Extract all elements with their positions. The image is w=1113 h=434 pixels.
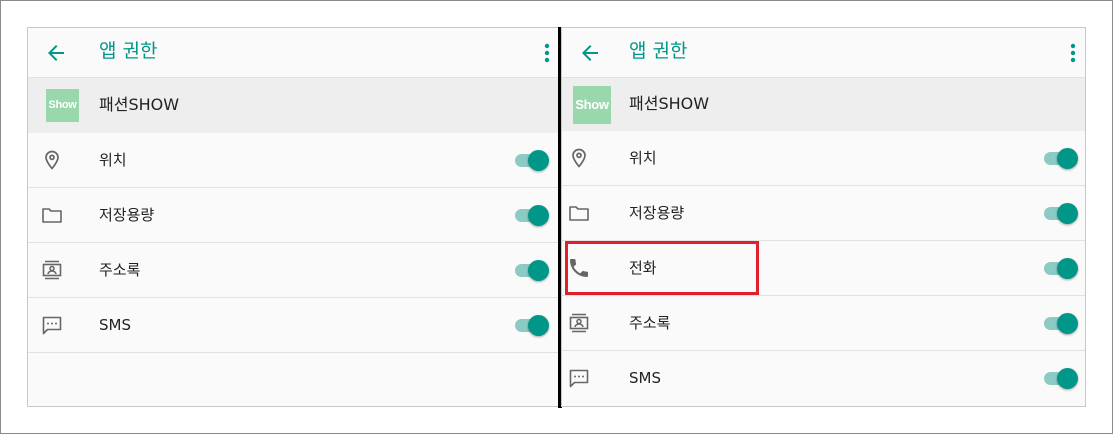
permission-label: SMS [99,316,131,334]
permission-row-storage[interactable]: 저장용량 [562,186,1085,241]
app-permissions-screen-right: 앱 권한 Show 패션SHOW 위치 저장용량 전화 주소록 SMS [561,27,1086,407]
page-title: 앱 권한 [629,40,688,62]
permission-row-contacts[interactable]: 주소록 [562,296,1085,351]
page-title: 앱 권한 [99,40,158,62]
more-options-icon[interactable] [1067,41,1079,65]
app-header-row: Show 패션SHOW [28,78,559,133]
contacts-toggle[interactable] [515,260,549,281]
sms-icon [569,369,589,388]
phone-permission-highlight-box [565,241,759,295]
permission-label: 저장용량 [99,206,155,224]
permission-row-location[interactable]: 위치 [28,133,559,188]
app-name: 패션SHOW [99,95,180,114]
permission-label: 위치 [99,151,127,169]
location-icon [45,150,59,170]
permission-label: 주소록 [99,261,141,279]
folder-icon [42,208,62,223]
more-options-icon[interactable] [541,41,553,65]
permission-label: 위치 [629,149,657,167]
back-arrow-icon[interactable] [44,41,68,65]
location-toggle[interactable] [1044,148,1078,169]
permission-row-contacts[interactable]: 주소록 [28,243,559,298]
contacts-toggle[interactable] [1044,313,1078,334]
app-logo: Show [46,89,79,122]
sms-icon [42,316,62,335]
storage-toggle[interactable] [1044,203,1078,224]
app-bar: 앱 권한 [562,28,1085,78]
permission-label: 주소록 [629,314,671,332]
app-header-row: Show 패션SHOW [562,78,1085,131]
contacts-icon [42,260,62,280]
storage-toggle[interactable] [515,205,549,226]
app-logo: Show [573,86,611,124]
permission-label: 저장용량 [629,204,685,222]
app-name: 패션SHOW [629,94,710,113]
permission-row-sms[interactable]: SMS [28,298,559,353]
app-bar: 앱 권한 [28,28,559,78]
app-permissions-screen-left: 앱 권한 Show 패션SHOW 위치 저장용량 주소록 SMS [27,27,560,407]
location-icon [572,148,586,168]
sms-toggle[interactable] [515,315,549,336]
contacts-icon [569,313,589,333]
back-arrow-icon[interactable] [578,41,602,65]
folder-icon [569,206,589,221]
permission-row-location[interactable]: 위치 [562,131,1085,186]
location-toggle[interactable] [515,150,549,171]
phone-toggle[interactable] [1044,258,1078,279]
permission-row-sms[interactable]: SMS [562,351,1085,406]
permission-label: SMS [629,369,661,387]
permission-row-storage[interactable]: 저장용량 [28,188,559,243]
sms-toggle[interactable] [1044,368,1078,389]
